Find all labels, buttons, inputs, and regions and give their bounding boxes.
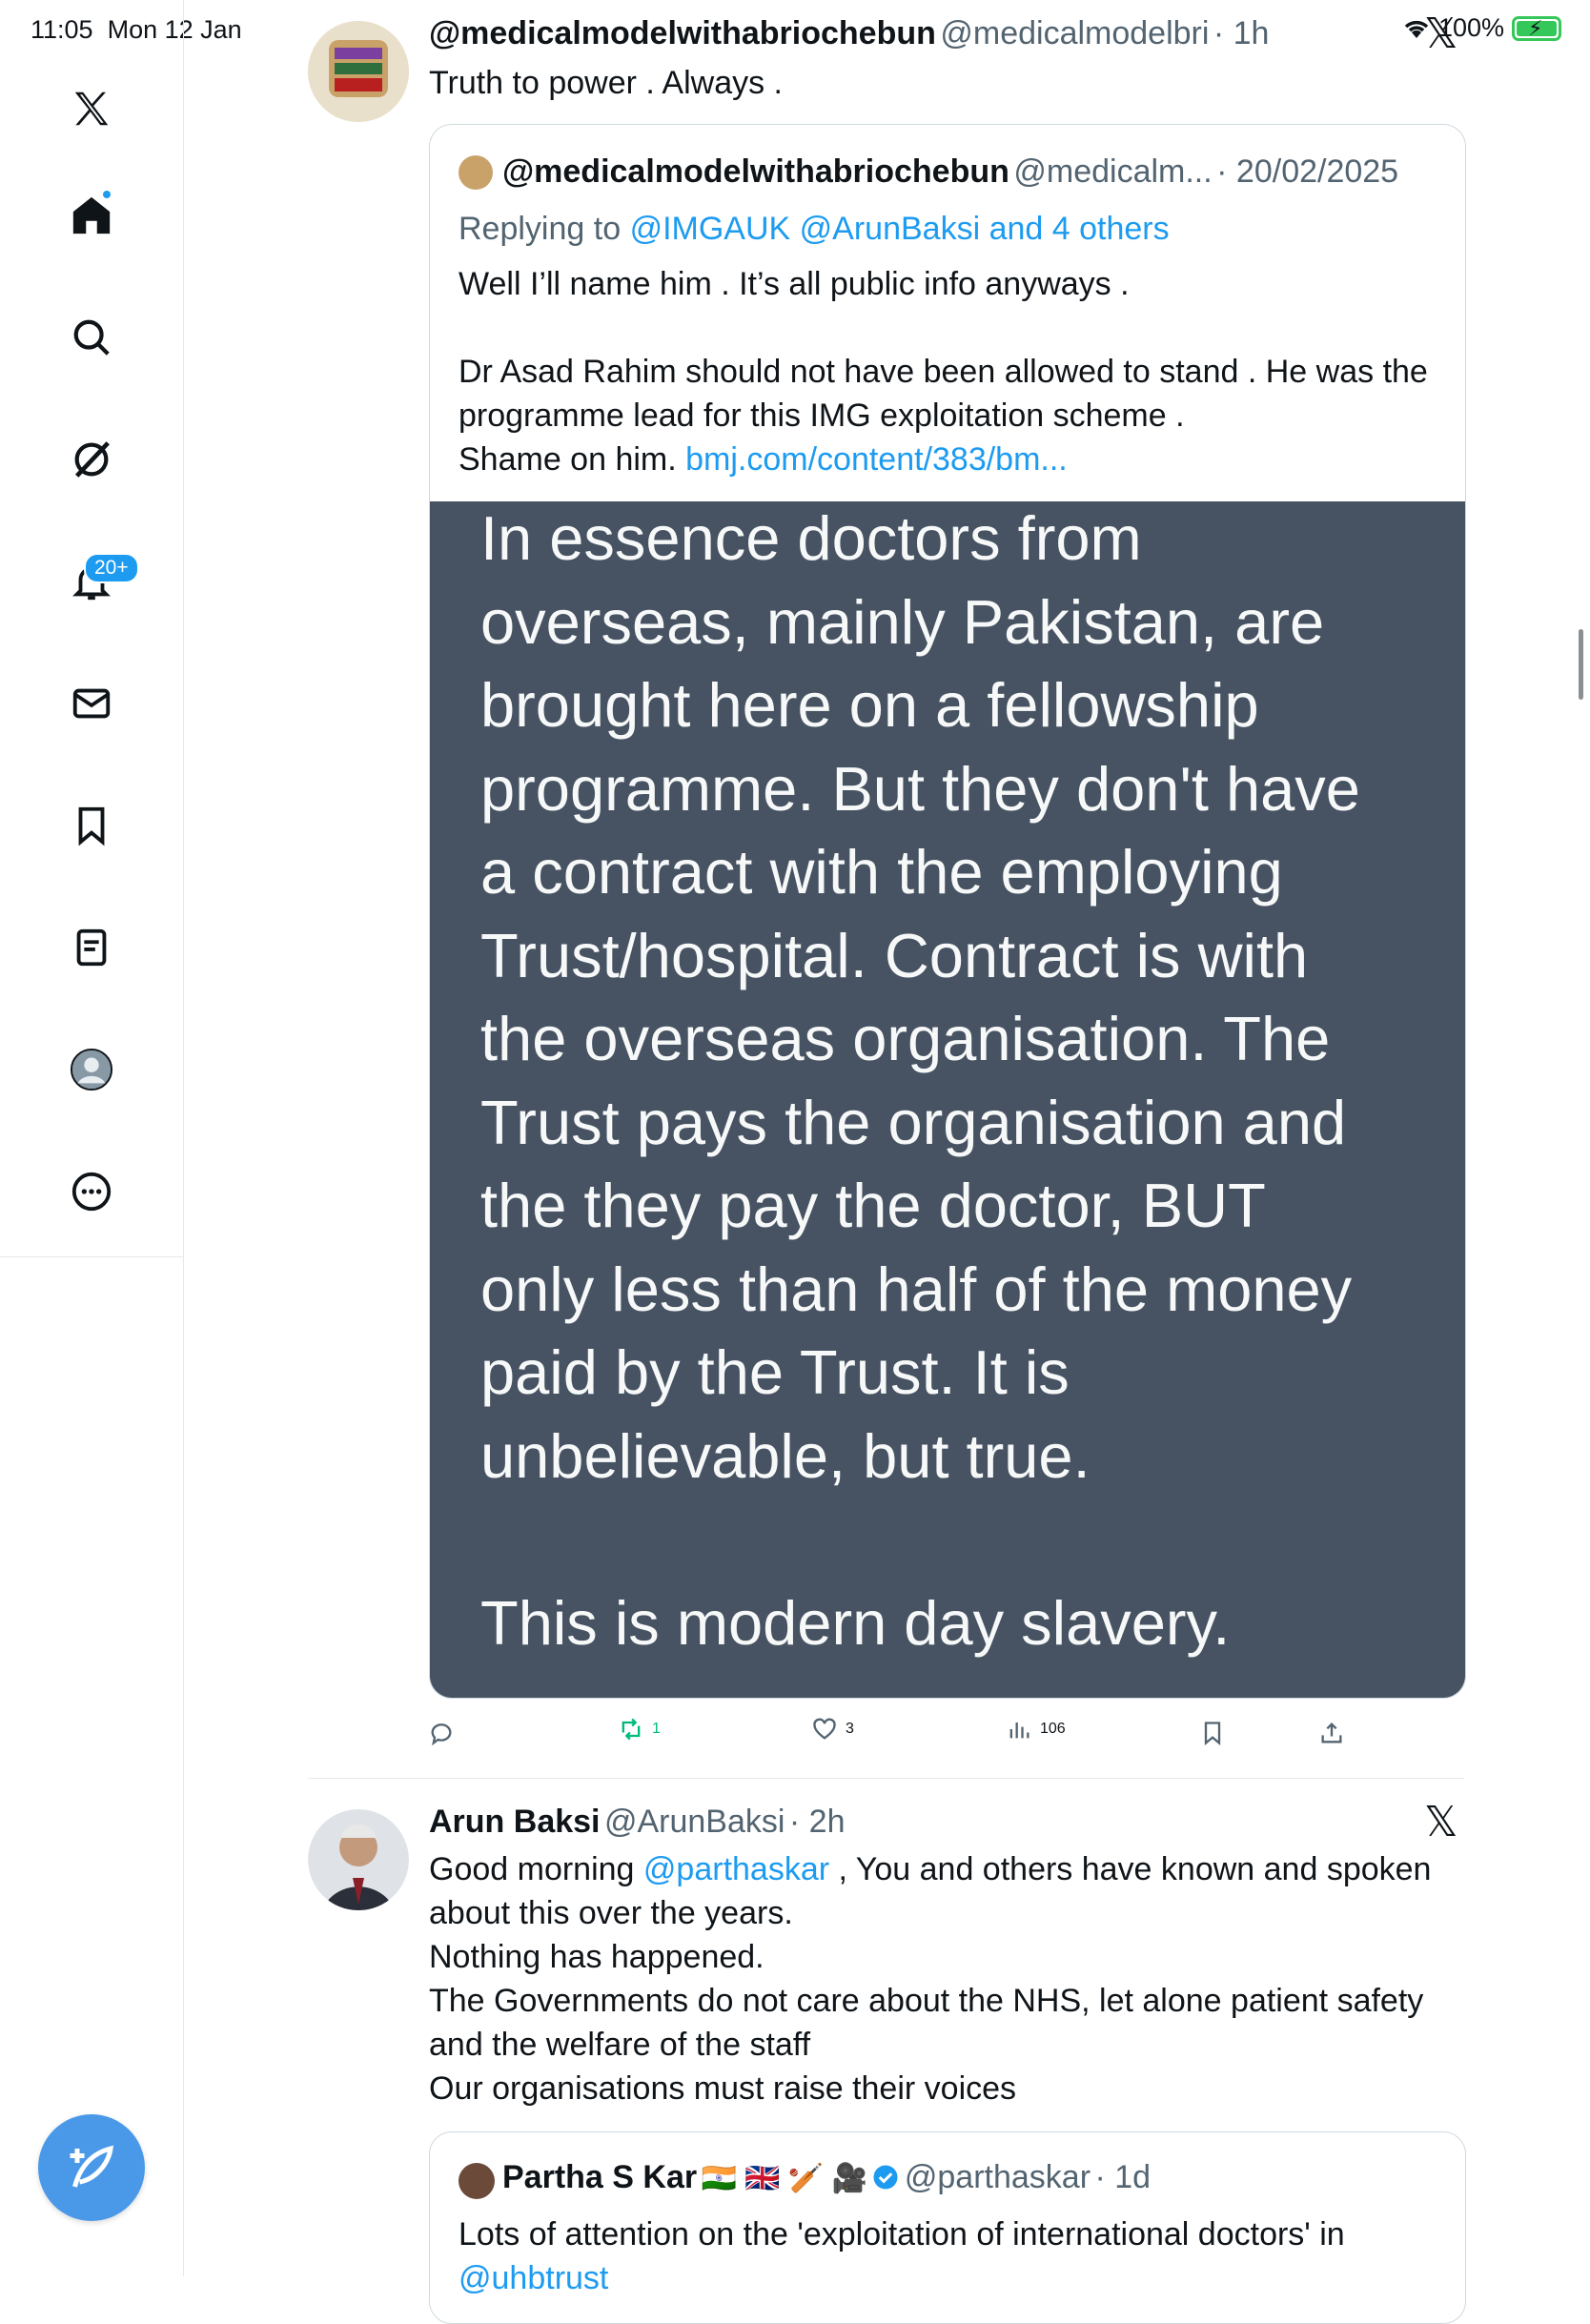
reply-button[interactable] [428, 1720, 455, 1746]
article-link[interactable]: bmj.com/content/383/bm... [685, 441, 1068, 478]
views-button[interactable]: 106 [1006, 1716, 1066, 1743]
scrollbar[interactable] [1579, 629, 1583, 700]
image-text-line: brought here on a fellowship [480, 670, 1259, 740]
notifications-badge: 20+ [84, 553, 139, 583]
bookmark-icon[interactable] [67, 801, 116, 850]
quoted-tweet[interactable]: Partha S Kar 🇮🇳 🇬🇧 🏏 🎥 @parthaskar · 1d … [429, 2131, 1466, 2324]
mention-link[interactable]: @uhbtrust [459, 2256, 1345, 2300]
flag-emojis: 🇮🇳 🇬🇧 🏏 🎥 [701, 2163, 867, 2194]
image-text-line: a contract with the employing [480, 837, 1283, 907]
share-icon [1321, 1723, 1342, 1743]
handle[interactable]: @ArunBaksi [604, 1804, 785, 1840]
compose-button[interactable] [38, 2114, 145, 2221]
quote-text: Well I’ll name him . It’s all public inf… [459, 266, 1428, 478]
x-source-icon: 𝕏 [1424, 10, 1458, 57]
quote-image[interactable]: In essence doctors from overseas, mainly … [430, 501, 1465, 1698]
image-text-line [480, 1498, 1465, 1581]
image-text-line: In essence doctors from [480, 503, 1142, 573]
list-icon[interactable] [67, 923, 116, 972]
quoted-tweet[interactable]: @medicalmodelwithabriochebun @medicalm..… [429, 124, 1466, 1699]
like-count: 3 [846, 1721, 854, 1737]
heart-icon [813, 1718, 836, 1740]
views-icon [1009, 1723, 1029, 1739]
image-text-line: overseas, mainly Pakistan, are [480, 586, 1325, 657]
image-text-line: paid by the Trust. It is [480, 1337, 1070, 1407]
quote-display-name: @medicalmodelwithabriochebun [502, 153, 1009, 190]
tweet-text: Good morning @parthaskar , You and other… [429, 1851, 1432, 2107]
repost-count: 1 [652, 1721, 661, 1737]
quote-header: Partha S Kar 🇮🇳 🇬🇧 🏏 🎥 @parthaskar · 1d [502, 2159, 1151, 2196]
avatar-icon[interactable] [67, 1045, 116, 1094]
home-icon[interactable] [67, 191, 116, 240]
view-count: 106 [1040, 1721, 1066, 1737]
repost-icon [622, 1718, 641, 1741]
share-button[interactable] [1318, 1720, 1345, 1746]
like-button[interactable]: 3 [811, 1716, 854, 1743]
quote-header: @medicalmodelwithabriochebun @medicalm..… [502, 153, 1398, 191]
verified-badge-icon [873, 2165, 898, 2190]
quote-display-name: Partha S Kar [502, 2159, 698, 2195]
search-icon[interactable] [67, 313, 116, 362]
replying-to: Replying to @IMGAUK @ArunBaksi and 4 oth… [459, 211, 1170, 247]
image-text-line: only less than half of the money [480, 1254, 1353, 1324]
image-text-line: unbelievable, but true. [480, 1420, 1091, 1491]
handle[interactable]: @medicalmodelbri [940, 15, 1209, 51]
image-text-line: Trust pays the organisation and [480, 1087, 1347, 1157]
battery-icon: ⚡ [1512, 15, 1561, 41]
sidebar: 20+ [0, 0, 184, 1257]
tweet-text: Truth to power . Always . [429, 65, 783, 101]
home-unread-dot [103, 191, 111, 198]
x-source-icon: 𝕏 [1424, 1799, 1458, 1845]
image-text-line: the overseas organisation. The [480, 1004, 1331, 1073]
timestamp[interactable]: · 1h [1213, 15, 1270, 51]
tweet-header: Arun Baksi @ArunBaksi · 2h [429, 1804, 845, 1841]
avatar[interactable] [308, 21, 409, 122]
tweet-header: @medicalmodelwithabriochebun @medicalmod… [429, 15, 1269, 52]
timestamp[interactable]: · 2h [789, 1804, 846, 1840]
repost-button[interactable]: 1 [618, 1716, 661, 1743]
quote-avatar [459, 2163, 495, 2199]
bookmark-icon [1204, 1722, 1221, 1745]
grok-icon[interactable] [67, 435, 116, 484]
sidebar-divider [183, 1256, 184, 2276]
display-name[interactable]: @medicalmodelwithabriochebun [429, 15, 936, 51]
mail-icon[interactable] [67, 679, 116, 728]
compose-icon [70, 2145, 114, 2188]
replying-to-users[interactable]: @IMGAUK @ArunBaksi and 4 others [630, 211, 1170, 247]
more-icon[interactable] [67, 1167, 116, 1216]
image-text-line: programme. But they don't have [480, 753, 1360, 824]
avatar[interactable] [308, 1809, 409, 1910]
quote-date: · 20/02/2025 [1216, 153, 1399, 190]
display-name[interactable]: Arun Baksi [429, 1804, 601, 1840]
mention-link[interactable]: @parthaskar [643, 1851, 829, 1887]
reply-icon [431, 1723, 452, 1746]
image-text-line: the they pay the doctor, BUT [480, 1171, 1266, 1240]
quote-handle: @medicalm... [1013, 153, 1213, 190]
image-text-line: Trust/hospital. Contract is with [480, 920, 1309, 990]
bookmark-button[interactable] [1199, 1720, 1226, 1746]
x-logo-icon[interactable] [67, 84, 116, 133]
quote-text: Lots of attention on the 'exploitation o… [459, 2212, 1345, 2300]
quote-handle: @parthaskar [904, 2159, 1091, 2195]
quote-avatar [459, 155, 493, 190]
quote-time: · 1d [1094, 2159, 1152, 2195]
tweet-divider [308, 1778, 1464, 1779]
image-text-line: This is modern day slavery. [480, 1587, 1231, 1658]
